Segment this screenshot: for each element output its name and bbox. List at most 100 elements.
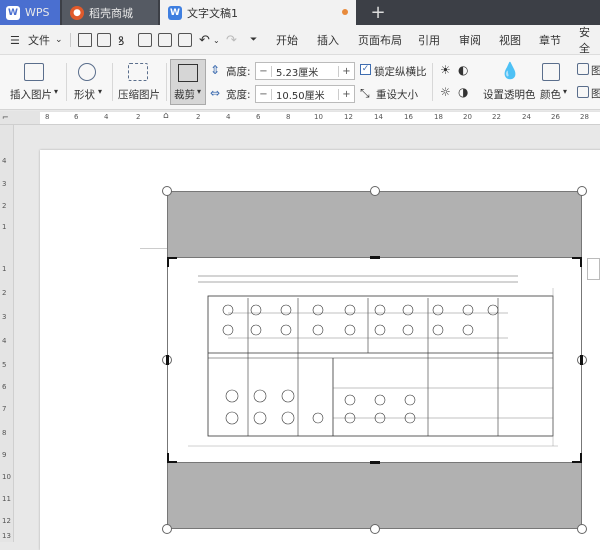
menu-item-security[interactable]: 安全 — [579, 25, 600, 55]
format-painter-icon[interactable]: ꝸ — [118, 25, 124, 55]
crop-edge-top[interactable] — [370, 256, 380, 259]
resize-handle-top-right[interactable] — [577, 186, 587, 196]
resize-handle-top-left[interactable] — [162, 186, 172, 196]
height-input[interactable]: 5.23厘米 — [272, 64, 338, 79]
save-icon[interactable] — [97, 33, 111, 47]
lock-ratio-checkbox[interactable]: ✓ — [360, 64, 371, 75]
crop-corner-top-left[interactable] — [167, 257, 177, 267]
contrast-down-icon[interactable]: ◑ — [458, 85, 468, 99]
crop-edge-left[interactable] — [166, 355, 169, 365]
width-icon: ⇔ — [210, 86, 221, 100]
unsaved-dot-icon — [342, 9, 348, 15]
ribbon-toolbar: 插入图片 ▾ 形状 ▾ 压缩图片 裁剪 ▾ ⇕ 高度: − 5.23厘米 + ⇔… — [0, 55, 600, 110]
chevron-down-icon[interactable]: ▾ — [98, 87, 102, 96]
resize-handle-bottom-left[interactable] — [162, 524, 172, 534]
transparent-icon[interactable]: 💧 — [500, 61, 520, 80]
print-icon[interactable] — [138, 33, 152, 47]
shape-button[interactable]: 形状 — [74, 87, 95, 102]
horizontal-ruler[interactable]: ⌐ ⌂ 8 6 4 2 2 4 6 8 10 12 14 16 18 20 22… — [0, 111, 600, 125]
menu-item-chapter[interactable]: 章节 — [539, 25, 561, 55]
tab-wps[interactable]: W WPS — [0, 0, 60, 25]
reset-size-icon[interactable]: ⤡ — [360, 86, 370, 101]
open-folder-icon[interactable] — [78, 33, 92, 47]
tab-label: WPS — [25, 6, 50, 19]
compress-picture-button[interactable]: 压缩图片 — [118, 87, 160, 102]
height-label: 高度: — [226, 66, 251, 78]
ruler-tick: 18 — [434, 113, 443, 121]
ruler-tick: 6 — [74, 113, 79, 121]
lock-ratio-label[interactable]: 锁定纵横比 — [374, 64, 427, 79]
tab-stop-icon[interactable]: ⌐ — [2, 113, 9, 122]
redo-icon: ↷ — [226, 32, 237, 48]
increase-height-button[interactable]: + — [338, 65, 354, 77]
vertical-ruler[interactable]: 4 3 2 1 1 2 3 4 5 6 7 8 9 10 11 12 13 — [0, 125, 14, 542]
menu-item-start[interactable]: 开始 — [276, 25, 298, 55]
indent-marker-icon[interactable]: ⌂ — [163, 111, 169, 121]
decrease-height-button[interactable]: − — [256, 65, 272, 77]
crop-edge-right[interactable] — [580, 355, 583, 365]
export-icon[interactable] — [178, 33, 192, 47]
menu-item-review[interactable]: 审阅 — [459, 25, 481, 55]
picture-label[interactable]: 图 — [591, 63, 600, 78]
ruler-tick: 3 — [2, 313, 7, 321]
color-button[interactable]: 颜色 — [540, 87, 561, 102]
menu-item-insert[interactable]: 插入 — [317, 25, 339, 55]
more-icon[interactable]: ⏷ — [250, 25, 257, 55]
height-stepper[interactable]: − 5.23厘米 + — [255, 62, 355, 80]
crop-edge-bottom[interactable] — [370, 461, 380, 464]
resize-handle-top[interactable] — [370, 186, 380, 196]
contrast-up-icon[interactable]: ◐ — [458, 63, 468, 77]
cropped-image[interactable] — [167, 257, 582, 463]
picture-label-2[interactable]: 图 — [591, 86, 600, 101]
chevron-down-icon[interactable]: ▾ — [54, 87, 58, 96]
brightness-down-icon[interactable]: ☼ — [440, 85, 451, 99]
menu-file[interactable]: 文件 — [28, 25, 50, 55]
crop-corner-top-right[interactable] — [572, 257, 582, 267]
ruler-tick: 4 — [2, 337, 7, 345]
picture-icon[interactable] — [577, 63, 589, 75]
new-tab-icon[interactable]: + — [368, 0, 388, 25]
doc-icon: W — [168, 5, 182, 20]
insert-picture-icon[interactable] — [24, 63, 44, 81]
width-label: 宽度: — [226, 89, 251, 101]
ruler-tick: 8 — [2, 429, 7, 437]
set-transparent-button[interactable]: 设置透明色 — [483, 87, 536, 102]
decrease-width-button[interactable]: − — [256, 88, 272, 100]
menu-item-layout[interactable]: 页面布局 — [358, 25, 402, 55]
ruler-tick: 10 — [2, 473, 11, 481]
color-icon[interactable] — [542, 63, 560, 81]
compress-picture-icon[interactable] — [128, 63, 148, 81]
menu-icon[interactable]: ☰ — [10, 25, 20, 55]
width-stepper[interactable]: − 10.50厘米 + — [255, 85, 355, 103]
drawing-thumbnail — [188, 275, 558, 447]
layout-options-icon[interactable] — [587, 258, 600, 280]
tab-store[interactable]: ● 稻壳商城 — [62, 0, 158, 25]
tab-document[interactable]: W 文字文稿1 — [160, 0, 356, 25]
crop-label: 裁剪 — [174, 89, 195, 101]
ruler-tick: 26 — [551, 113, 560, 121]
ruler-tick: 22 — [492, 113, 501, 121]
width-input[interactable]: 10.50厘米 — [272, 87, 338, 102]
divider — [112, 63, 113, 101]
crop-corner-bottom-left[interactable] — [167, 453, 177, 463]
picture-frame-icon[interactable] — [577, 86, 589, 98]
chevron-down-icon[interactable]: ⌄ — [55, 25, 63, 55]
menu-item-reference[interactable]: 引用 — [418, 25, 440, 55]
menu-item-view[interactable]: 视图 — [499, 25, 521, 55]
resize-handle-bottom-right[interactable] — [577, 524, 587, 534]
crop-corner-bottom-right[interactable] — [572, 453, 582, 463]
insert-picture-button[interactable]: 插入图片 — [10, 87, 52, 102]
divider — [66, 63, 67, 101]
increase-width-button[interactable]: + — [338, 88, 354, 100]
divider — [432, 63, 433, 101]
brightness-up-icon[interactable]: ☀ — [440, 63, 451, 77]
store-icon: ● — [70, 5, 84, 20]
reset-size-button[interactable]: 重设大小 — [376, 87, 418, 102]
resize-handle-bottom[interactable] — [370, 524, 380, 534]
print-preview-icon[interactable] — [158, 33, 172, 47]
chevron-down-icon[interactable]: ▾ — [563, 87, 567, 96]
crop-button[interactable]: 裁剪 ▾ — [170, 59, 206, 105]
chevron-down-icon[interactable]: ⌄ — [213, 25, 220, 55]
shape-icon[interactable] — [78, 63, 96, 81]
undo-icon[interactable]: ↶ — [199, 25, 210, 55]
